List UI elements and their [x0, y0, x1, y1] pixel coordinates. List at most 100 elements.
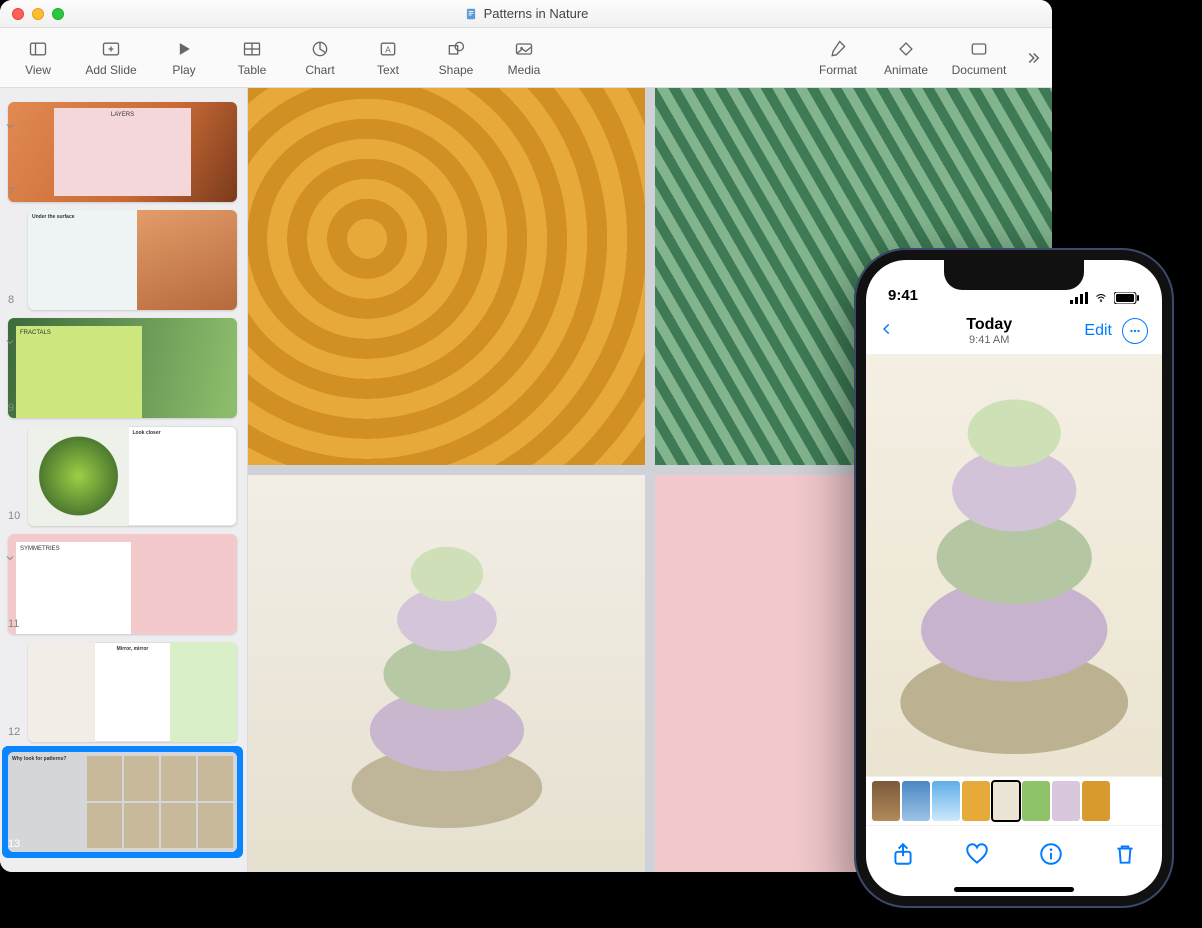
media-label: Media — [508, 63, 541, 77]
shape-icon — [446, 39, 466, 59]
table-icon — [242, 39, 262, 59]
edit-button[interactable]: Edit — [1084, 322, 1112, 340]
photo-thumbnail-strip[interactable] — [866, 776, 1162, 826]
signal-icon — [1070, 292, 1088, 304]
toolbar-overflow-button[interactable] — [1018, 49, 1048, 67]
chevrons-right-icon — [1024, 49, 1042, 67]
slide-number: 13 — [8, 838, 20, 850]
thumb-title: Look closer — [133, 430, 161, 436]
thumb-rock[interactable] — [872, 781, 900, 821]
info-circle-icon[interactable] — [1038, 841, 1064, 867]
slide-thumbnail-10[interactable]: 10 Look closer — [2, 422, 243, 530]
thumb-urchin[interactable] — [1052, 781, 1080, 821]
text-icon: A — [378, 39, 398, 59]
status-time: 9:41 — [888, 287, 918, 304]
home-indicator[interactable] — [866, 882, 1162, 896]
trash-icon[interactable] — [1112, 841, 1138, 867]
media-icon — [514, 39, 534, 59]
slide-number: 10 — [8, 510, 20, 522]
thumb-shells-selected[interactable] — [992, 781, 1020, 821]
slide-number: 8 — [8, 294, 14, 306]
thumb-sky[interactable] — [932, 781, 960, 821]
slide-thumbnail-12[interactable]: 12 Mirror, mirror — [2, 638, 243, 746]
table-label: Table — [238, 63, 267, 77]
iphone-notch — [944, 260, 1084, 290]
shape-button[interactable]: Shape — [422, 28, 490, 87]
chevron-down-icon[interactable] — [4, 552, 16, 564]
play-button[interactable]: Play — [150, 28, 218, 87]
thumb-title: Why look for patterns? — [12, 756, 66, 762]
sea-urchin-illustration — [308, 515, 586, 833]
chevron-down-icon[interactable] — [4, 120, 16, 132]
document-button[interactable]: Document — [940, 28, 1018, 87]
format-button[interactable]: Format — [804, 28, 872, 87]
shape-label: Shape — [439, 63, 474, 77]
animate-diamond-icon — [896, 39, 916, 59]
iphone-device: 9:41 Today 9:41 AM Edit — [854, 248, 1174, 908]
animate-button[interactable]: Animate — [872, 28, 940, 87]
minimize-window-button[interactable] — [32, 8, 44, 20]
format-label: Format — [819, 63, 857, 77]
traffic-lights — [12, 8, 64, 20]
window-title: Patterns in Nature — [0, 6, 1052, 21]
add-slide-label: Add Slide — [85, 63, 136, 77]
sidebar-icon — [28, 39, 48, 59]
add-slide-button[interactable]: Add Slide — [72, 28, 150, 87]
slide-thumbnail-13[interactable]: 13 Why look for patterns? — [2, 746, 243, 858]
navbar-title-group: Today 9:41 AM — [894, 316, 1084, 346]
slide-navigator[interactable]: 7 LAYERS 8 Under the surface 9 FRACTALS … — [0, 88, 248, 872]
view-label: View — [25, 63, 51, 77]
plus-rect-icon — [101, 39, 121, 59]
back-button[interactable] — [880, 319, 894, 344]
thumb-coast[interactable] — [902, 781, 930, 821]
document-icon — [969, 39, 989, 59]
window-title-text: Patterns in Nature — [484, 6, 589, 21]
slide-number: 11 — [8, 618, 19, 630]
table-button[interactable]: Table — [218, 28, 286, 87]
thumb-title: SYMMETRIES — [16, 542, 131, 634]
chart-button[interactable]: Chart — [286, 28, 354, 87]
share-icon[interactable] — [890, 841, 916, 867]
slide-thumbnail-7[interactable]: 7 LAYERS — [2, 98, 243, 206]
zoom-window-button[interactable] — [52, 8, 64, 20]
navbar-title: Today — [894, 316, 1084, 334]
photos-navbar: Today 9:41 AM Edit — [866, 308, 1162, 354]
media-button[interactable]: Media — [490, 28, 558, 87]
canvas-photo-urchin-stack[interactable] — [248, 475, 645, 872]
thumb-honey[interactable] — [962, 781, 990, 821]
slide-number: 12 — [8, 726, 20, 738]
thumb-title: LAYERS — [54, 108, 191, 196]
ellipsis-icon — [1128, 324, 1142, 338]
play-label: Play — [172, 63, 195, 77]
chevron-down-icon[interactable] — [4, 336, 16, 348]
more-button[interactable] — [1122, 318, 1148, 344]
view-button[interactable]: View — [4, 28, 72, 87]
chevron-left-icon — [880, 319, 894, 339]
photo-viewer[interactable] — [866, 354, 1162, 776]
slide-thumbnail-11[interactable]: 11 SYMMETRIES — [2, 530, 243, 638]
chart-label: Chart — [305, 63, 334, 77]
thumb-bee[interactable] — [1082, 781, 1110, 821]
wifi-icon — [1092, 292, 1110, 304]
battery-icon — [1114, 292, 1140, 304]
svg-text:A: A — [385, 44, 391, 54]
heart-icon[interactable] — [964, 841, 990, 867]
format-brush-icon — [828, 39, 848, 59]
document-label: Document — [952, 63, 1007, 77]
slide-number: 7 — [8, 186, 14, 198]
slide-thumbnail-8[interactable]: 8 Under the surface — [2, 206, 243, 314]
photo-sea-urchin-stack — [884, 371, 1144, 759]
text-button[interactable]: A Text — [354, 28, 422, 87]
animate-label: Animate — [884, 63, 928, 77]
canvas-photo-honeycomb[interactable] — [248, 88, 645, 465]
navbar-subtitle: 9:41 AM — [894, 334, 1084, 346]
close-window-button[interactable] — [12, 8, 24, 20]
thumb-leaf[interactable] — [1022, 781, 1050, 821]
chart-icon — [310, 39, 330, 59]
thumb-title: Mirror, mirror — [117, 646, 149, 652]
thumb-title: Under the surface — [32, 214, 75, 220]
document-icon — [464, 7, 478, 21]
slide-thumbnail-9[interactable]: 9 FRACTALS — [2, 314, 243, 422]
toolbar: View Add Slide Play Table Chart A Text S… — [0, 28, 1052, 88]
thumb-title: FRACTALS — [16, 326, 142, 418]
